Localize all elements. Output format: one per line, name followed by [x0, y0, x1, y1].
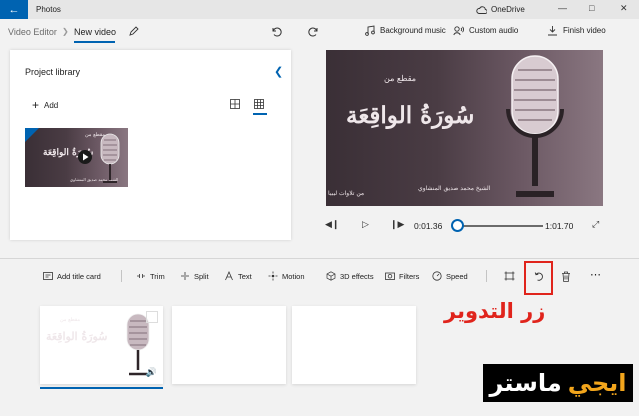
seek-track[interactable] — [457, 225, 543, 227]
editor-toolbar: Video Editor ❯ New video Background musi… — [0, 19, 639, 45]
clip-subtitle: مقطع من — [60, 317, 81, 323]
play-icon[interactable]: ▷ — [362, 219, 369, 230]
text-button[interactable]: Text — [224, 271, 252, 281]
back-arrow-icon: ← — [8, 3, 20, 16]
trim-icon — [137, 274, 145, 278]
export-icon — [548, 26, 557, 36]
audio-person-icon — [453, 26, 464, 36]
text-icon — [225, 271, 233, 281]
more-options-icon[interactable]: ⋯ — [590, 268, 602, 281]
custom-audio-button[interactable]: Custom audio — [453, 25, 518, 36]
toolbar-separator — [486, 270, 487, 282]
split-icon — [181, 272, 189, 280]
breadcrumb-new-video: New video — [74, 27, 117, 37]
chevron-right-icon: ❯ — [62, 27, 69, 36]
preview-reciter: الشيخ محمد صديق المنشاوي — [418, 185, 491, 192]
seek-thumb[interactable] — [451, 219, 464, 232]
onedrive-status[interactable]: OneDrive — [476, 5, 525, 14]
chevron-left-icon[interactable]: ❮ — [274, 65, 283, 78]
onedrive-label: OneDrive — [491, 5, 525, 14]
view-selected-indicator — [253, 113, 267, 115]
library-media-item[interactable]: مقطع من سُورَةُ الواقِعَة الشيخ محمد صدي… — [25, 128, 128, 187]
microphone-image — [100, 133, 120, 183]
current-time: 0:01.36 — [414, 221, 443, 231]
large-grid-view-icon[interactable] — [230, 99, 240, 109]
selected-clip-indicator — [40, 387, 163, 389]
breadcrumb-underline — [74, 41, 115, 43]
finish-video-button[interactable]: Finish video — [547, 25, 606, 36]
music-note-icon — [365, 25, 375, 36]
add-title-card-button[interactable]: Add title card — [43, 271, 101, 281]
title-card-icon — [43, 272, 53, 280]
fullscreen-icon[interactable]: ⤢ — [592, 219, 599, 230]
microphone-image — [506, 55, 564, 197]
maximize-icon[interactable]: □ — [589, 3, 594, 13]
filters-button[interactable]: Filters — [385, 271, 419, 281]
clip-select-checkbox[interactable] — [146, 311, 158, 323]
added-marker-icon — [25, 128, 39, 142]
small-grid-view-icon[interactable] — [254, 99, 264, 109]
preview-title: سُورَةُ الواقِعَة — [346, 102, 475, 129]
skip-back-icon[interactable]: ◀❙ — [325, 219, 339, 230]
preview-subtitle: مقطع من — [384, 74, 417, 83]
cloud-icon — [476, 5, 487, 14]
speed-button[interactable]: Speed — [432, 271, 468, 281]
app-title: Photos — [36, 5, 61, 14]
video-preview[interactable]: مقطع من سُورَةُ الواقِعَة الشيخ محمد صدي… — [326, 50, 603, 206]
close-icon[interactable]: ✕ — [620, 3, 628, 14]
site-watermark-logo: ايجي ماستر — [483, 364, 633, 402]
project-library-panel: Project library ❮ + Add مقطع من سُورَةُ … — [10, 50, 291, 240]
redo-icon[interactable] — [308, 25, 320, 37]
empty-storyboard-slot[interactable] — [172, 306, 286, 384]
clip-duration: 1:01 — [45, 368, 79, 379]
rotate-annotation-label: زر التدوير — [444, 299, 546, 323]
storyboard-clip[interactable]: مقطع من سُورَةُ الواقِعَة 1:01 🔊 — [40, 306, 163, 384]
minimize-icon[interactable]: — — [558, 3, 567, 13]
preview-source: من تلاوات ليبيا — [328, 190, 365, 197]
video-clip-icon — [45, 369, 56, 378]
skip-forward-icon[interactable]: ❙▶ — [390, 219, 404, 230]
volume-icon[interactable]: 🔊 — [146, 367, 157, 378]
add-media-button[interactable]: + Add — [32, 98, 58, 112]
trim-button[interactable]: Trim — [136, 271, 165, 281]
filters-icon — [385, 272, 395, 280]
back-button[interactable]: ← — [0, 0, 28, 19]
rotate-highlight-box — [524, 261, 553, 295]
plus-icon: + — [32, 98, 40, 112]
section-divider — [0, 258, 639, 259]
split-button[interactable]: Split — [180, 271, 209, 281]
3d-effects-button[interactable]: 3D effects — [326, 271, 374, 281]
project-library-title: Project library — [25, 67, 81, 77]
total-time: 1:01.70 — [545, 221, 574, 231]
background-music-button[interactable]: Background music — [364, 25, 446, 36]
play-overlay-icon[interactable] — [78, 150, 92, 164]
playback-controls: ◀❙ ▷ ❙▶ 0:01.36 1:01.70 ⤢ — [320, 216, 610, 236]
undo-icon[interactable] — [270, 25, 282, 37]
3d-cube-icon — [326, 271, 336, 281]
clip-title: سُورَةُ الواقِعَة — [46, 330, 108, 343]
delete-icon[interactable] — [561, 271, 571, 282]
title-bar: ← Photos OneDrive — □ ✕ — [0, 0, 639, 19]
pencil-icon[interactable] — [128, 25, 140, 37]
breadcrumb-video-editor[interactable]: Video Editor — [8, 27, 57, 37]
empty-storyboard-slot[interactable] — [292, 306, 416, 384]
speedometer-icon — [432, 271, 442, 281]
resize-icon[interactable] — [504, 271, 515, 281]
motion-button[interactable]: Motion — [268, 271, 305, 281]
motion-icon — [268, 271, 278, 281]
toolbar-separator — [121, 270, 122, 282]
